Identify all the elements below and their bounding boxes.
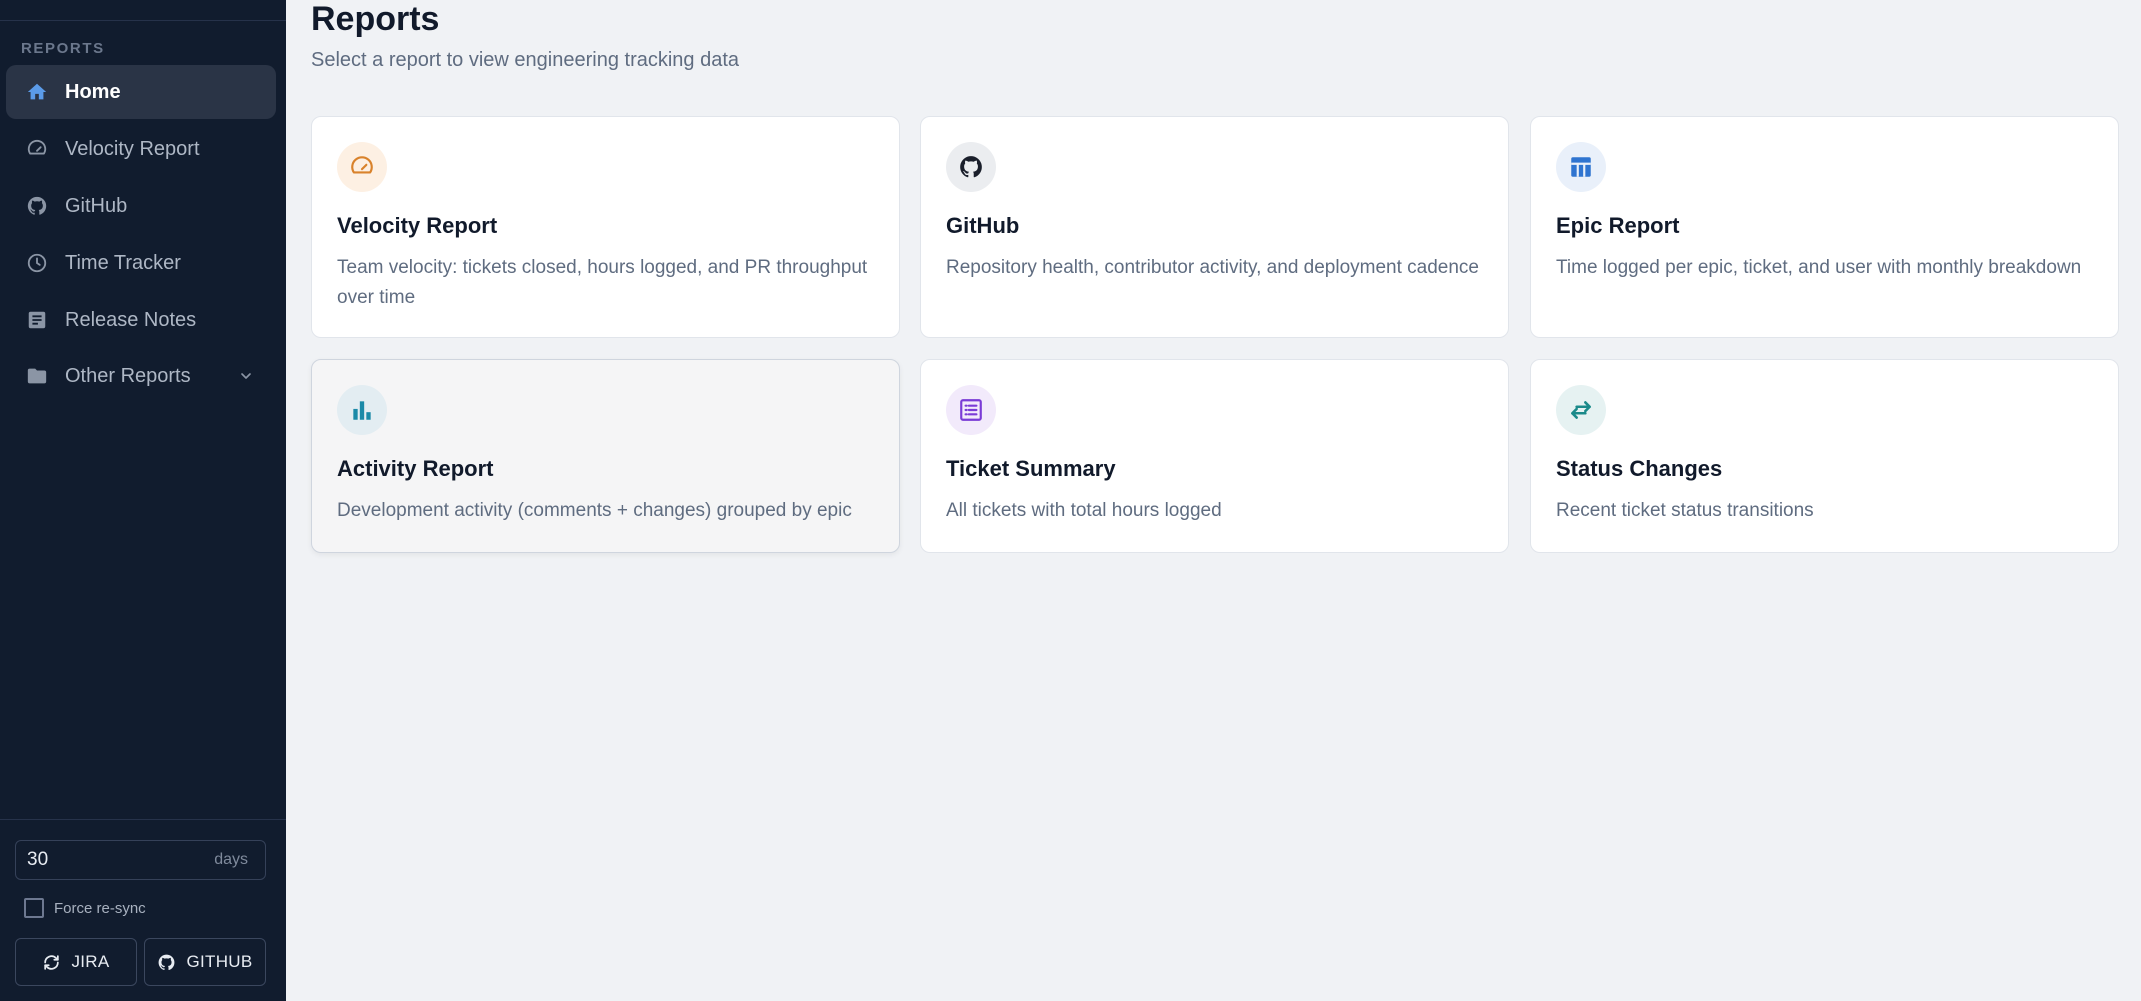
report-card-github[interactable]: GitHub Repository health, contributor ac… xyxy=(920,116,1509,338)
card-description: Repository health, contributor activity,… xyxy=(946,257,1480,278)
table-icon xyxy=(1556,142,1606,192)
report-card-activity[interactable]: Activity Report Development activity (co… xyxy=(311,359,900,553)
force-resync-row[interactable]: Force re-sync xyxy=(24,898,146,918)
card-title: Activity Report xyxy=(337,456,494,481)
document-icon xyxy=(26,309,48,331)
sync-jira-label: JIRA xyxy=(71,952,110,971)
force-resync-label: Force re-sync xyxy=(54,899,146,917)
force-resync-checkbox[interactable] xyxy=(24,898,44,918)
card-title: Status Changes xyxy=(1556,456,1723,481)
card-title: GitHub xyxy=(946,213,1020,238)
sidebar-divider xyxy=(0,819,286,820)
card-title: Ticket Summary xyxy=(946,456,1116,481)
sidebar-item-velocity-report[interactable]: Velocity Report xyxy=(6,122,276,176)
sidebar-item-label: Time Tracker xyxy=(65,251,181,274)
sidebar-item-home[interactable]: Home xyxy=(6,65,276,119)
card-description: Recent ticket status transitions xyxy=(1556,500,1814,521)
clock-icon xyxy=(26,252,48,274)
card-description: Time logged per epic, ticket, and user w… xyxy=(1556,257,2082,278)
sync-jira-button[interactable]: JIRA xyxy=(15,938,137,986)
sidebar-item-label: Home xyxy=(65,80,121,103)
sync-icon xyxy=(44,954,60,970)
github-icon xyxy=(26,195,48,217)
sidebar-divider xyxy=(0,20,286,21)
github-icon xyxy=(159,954,175,970)
page-subtitle: Select a report to view engineering trac… xyxy=(311,49,740,71)
days-value: 30 xyxy=(27,849,49,870)
card-description: Development activity (comments + changes… xyxy=(337,500,852,521)
card-title: Epic Report xyxy=(1556,213,1680,238)
sidebar-item-label: GitHub xyxy=(65,194,128,217)
report-card-ticket-summary[interactable]: Ticket Summary All tickets with total ho… xyxy=(920,359,1509,553)
report-card-status-changes[interactable]: Status Changes Recent ticket status tran… xyxy=(1530,359,2119,553)
sidebar-item-other-reports[interactable]: Other Reports xyxy=(6,349,276,403)
report-card-velocity[interactable]: Velocity Report Team velocity: tickets c… xyxy=(311,116,900,338)
card-description: Team velocity: tickets closed, hours log… xyxy=(337,257,868,308)
folder-icon xyxy=(26,365,48,387)
speedometer-icon xyxy=(26,138,48,160)
bar-chart-icon xyxy=(337,385,387,435)
page-title: Reports xyxy=(311,0,440,38)
days-unit-label: days xyxy=(214,851,248,868)
list-icon xyxy=(946,385,996,435)
chevron-down-icon xyxy=(241,373,251,379)
swap-arrows-icon xyxy=(1556,385,1606,435)
sidebar-section-label: REPORTS xyxy=(21,40,105,57)
sidebar-item-github[interactable]: GitHub xyxy=(6,179,276,233)
days-input[interactable]: 30 days xyxy=(15,840,266,880)
sidebar-item-label: Release Notes xyxy=(65,308,197,331)
github-icon xyxy=(946,142,996,192)
sidebar-item-label: Velocity Report xyxy=(65,137,200,160)
card-description: All tickets with total hours logged xyxy=(946,500,1222,521)
report-card-epic[interactable]: Epic Report Time logged per epic, ticket… xyxy=(1530,116,2119,338)
sync-github-button[interactable]: GITHUB xyxy=(144,938,266,986)
card-title: Velocity Report xyxy=(337,213,498,238)
sidebar-item-label: Other Reports xyxy=(65,364,191,387)
sidebar-item-release-notes[interactable]: Release Notes xyxy=(6,293,276,347)
sidebar-item-time-tracker[interactable]: Time Tracker xyxy=(6,236,276,290)
sidebar: REPORTS Home Velocity Report GitHub Time… xyxy=(0,0,286,1001)
sync-github-label: GITHUB xyxy=(186,952,253,971)
speedometer-icon xyxy=(337,142,387,192)
home-icon xyxy=(26,81,48,103)
